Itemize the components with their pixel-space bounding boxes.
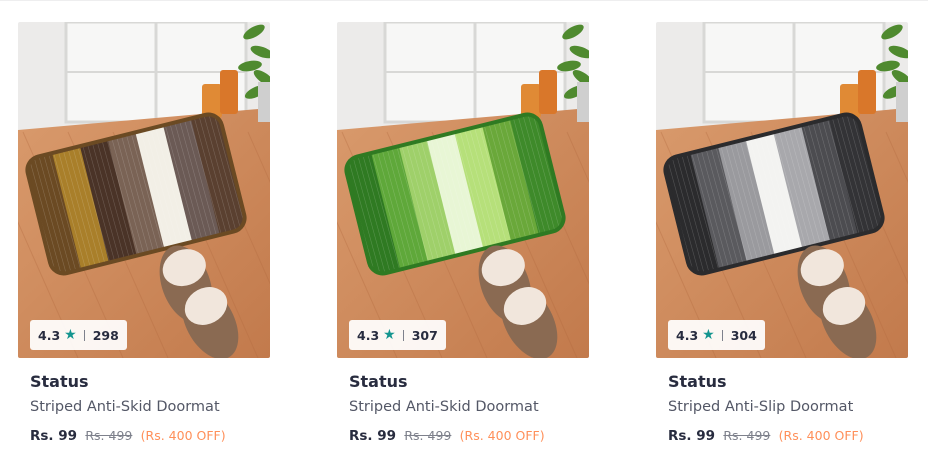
rating-separator <box>721 329 723 341</box>
product-brand: Status <box>668 372 727 391</box>
rating-badge: 4.3 ★ 307 <box>349 320 446 350</box>
star-icon: ★ <box>702 327 715 343</box>
candle <box>220 70 238 114</box>
star-icon: ★ <box>64 327 77 343</box>
rating-value: 4.3 <box>357 327 380 343</box>
product-price: Rs. 99 Rs. 499 (Rs. 400 OFF) <box>668 426 908 446</box>
plant-pot <box>577 82 589 122</box>
candle <box>521 84 541 118</box>
rating-value: 4.3 <box>676 327 699 343</box>
candle <box>858 70 876 114</box>
product-image[interactable] <box>656 22 908 358</box>
discount-label: (Rs. 400 OFF) <box>140 428 226 443</box>
discounted-price: Rs. 99 <box>668 428 716 444</box>
product-brand: Status <box>30 372 89 391</box>
rating-badge: 4.3 ★ 298 <box>30 320 127 350</box>
product-brand: Status <box>349 372 408 391</box>
product-card[interactable]: 4.3 ★ 298 Status Striped Anti-Skid Doorm… <box>18 22 270 462</box>
candle <box>840 84 860 118</box>
product-image[interactable] <box>337 22 589 358</box>
rating-count: 304 <box>730 327 757 343</box>
product-price: Rs. 99 Rs. 499 (Rs. 400 OFF) <box>349 426 589 446</box>
rating-count: 298 <box>92 327 119 343</box>
product-price: Rs. 99 Rs. 499 (Rs. 400 OFF) <box>30 426 270 446</box>
original-price: Rs. 499 <box>85 428 133 443</box>
discounted-price: Rs. 99 <box>30 428 78 444</box>
rating-count: 307 <box>411 327 438 343</box>
candle <box>539 70 557 114</box>
rating-value: 4.3 <box>38 327 61 343</box>
plant-pot <box>258 82 270 122</box>
original-price: Rs. 499 <box>723 428 771 443</box>
rating-separator <box>83 329 85 341</box>
plant-pot <box>896 82 908 122</box>
product-name: Striped Anti-Skid Doormat <box>349 399 539 415</box>
product-card[interactable]: 4.3 ★ 304 Status Striped Anti-Slip Doorm… <box>656 22 908 462</box>
product-card[interactable]: 4.3 ★ 307 Status Striped Anti-Skid Doorm… <box>337 22 589 462</box>
product-image[interactable] <box>18 22 270 358</box>
candle <box>202 84 222 118</box>
product-grid: 4.3 ★ 298 Status Striped Anti-Skid Doorm… <box>0 0 928 462</box>
rating-separator <box>402 329 404 341</box>
original-price: Rs. 499 <box>404 428 452 443</box>
discount-label: (Rs. 400 OFF) <box>459 428 545 443</box>
discounted-price: Rs. 99 <box>349 428 397 444</box>
product-name: Striped Anti-Skid Doormat <box>30 399 220 415</box>
star-icon: ★ <box>383 327 396 343</box>
product-name: Striped Anti-Slip Doormat <box>668 399 854 415</box>
discount-label: (Rs. 400 OFF) <box>778 428 864 443</box>
rating-badge: 4.3 ★ 304 <box>668 320 765 350</box>
